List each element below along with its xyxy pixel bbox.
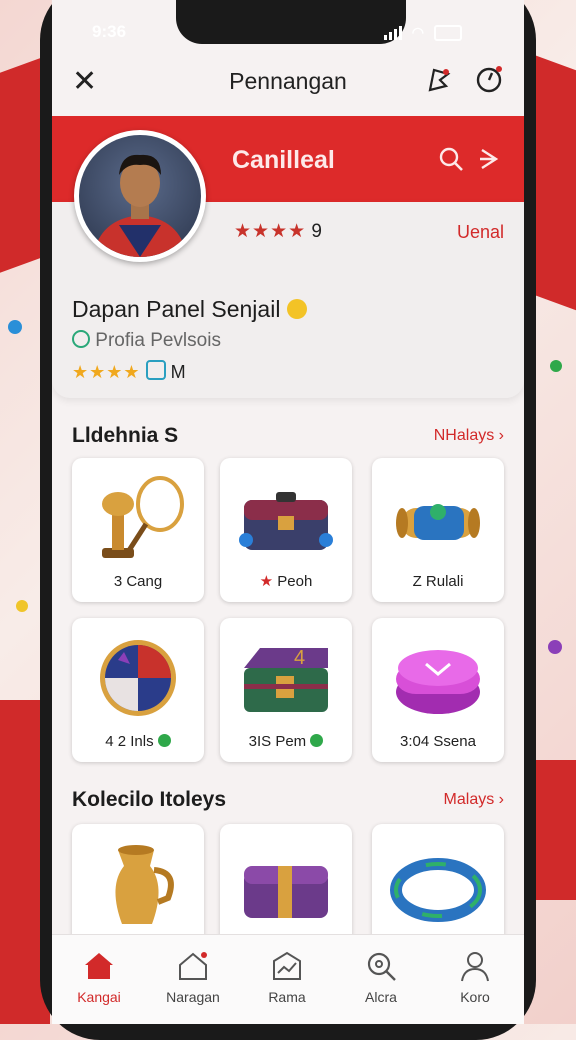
top-bar: ✕ Pennangan (52, 44, 524, 116)
nav-item-home[interactable]: Kangai (52, 949, 146, 1005)
nav-label: Naragan (166, 989, 220, 1005)
item-label-text: 4 2 Inls (105, 733, 154, 750)
orb-icon (100, 640, 176, 716)
nav-item-rama[interactable]: Rama (240, 949, 334, 1005)
search-icon (367, 952, 396, 981)
confetti-dot (550, 360, 562, 372)
see-all-text: Malays (443, 791, 495, 808)
see-all-link[interactable]: Malays › (444, 791, 504, 809)
verified-icon (157, 734, 171, 747)
section-title: Kolecilo Itoleys (72, 788, 227, 811)
ring-icon (390, 858, 486, 922)
item-card[interactable]: 4 2 Inls (72, 618, 204, 762)
confetti-dot (8, 320, 22, 334)
house-icon (179, 952, 207, 980)
nav-item-alcra[interactable]: Alcra (334, 949, 428, 1005)
item-card[interactable]: 4 3IS Pem (220, 618, 352, 762)
item-label: 3IS Pem (220, 733, 352, 750)
signal-icon (383, 25, 402, 40)
status-icons: ◠ (383, 24, 462, 41)
star-icon: ★ (259, 573, 274, 590)
trophy-racket-icon (102, 476, 184, 558)
home-icon (85, 953, 113, 979)
subtitle-text: Profia Pevlsois (95, 330, 221, 351)
battery-icon (434, 24, 462, 41)
bottom-nav: Kangai Naragan Rama Alcra Koro (52, 934, 524, 1024)
nav-label: Koro (460, 989, 490, 1005)
confetti-dot (548, 640, 562, 654)
item-label-text: 3IS Pem (248, 733, 307, 750)
badges-row: ★★★★ M (72, 360, 186, 383)
crate-icon: 4 (244, 647, 328, 712)
nav-label: Kangai (77, 989, 121, 1005)
see-all-link[interactable]: NHalays › (434, 427, 504, 445)
profile-link[interactable]: Uenal (457, 222, 504, 243)
item-label: 4 2 Inls (72, 733, 204, 750)
background-band-bottom-right (530, 760, 576, 900)
nav-label: Alcra (365, 989, 397, 1005)
scroll-icon (396, 504, 480, 540)
item-card[interactable]: ★ Peoh (220, 458, 352, 602)
item-card[interactable]: 3:04 Ssena (372, 618, 504, 762)
status-time: 9:36 (92, 22, 127, 41)
app-screen: ✕ Pennangan Canilleal ★★★★ 9 Uenal Dapan… (52, 0, 524, 1024)
item-label: Z Rulali (412, 573, 464, 590)
wifi-icon: ◠ (411, 24, 424, 40)
banner-name: Canilleal (232, 146, 335, 174)
person-silhouette (93, 154, 187, 257)
avatar[interactable] (74, 130, 206, 262)
item-label: 3 Cang (113, 573, 163, 590)
nav-item-koro[interactable]: Koro (428, 949, 522, 1005)
profile-subtitle: Profia Pevlsois (72, 330, 221, 352)
avatar-photo (79, 135, 201, 257)
box-icon (244, 866, 328, 918)
svg-text:4: 4 (294, 647, 305, 669)
item-card[interactable]: 3 Cang (72, 458, 204, 602)
section-title: Lldehnia S (72, 424, 179, 447)
badge-icon (145, 360, 166, 380)
confetti-dot (16, 600, 28, 612)
rating-stars: ★★★★ (234, 221, 307, 242)
rating-value: 9 (311, 221, 322, 242)
badge-letter: M (170, 362, 186, 382)
see-all-text: NHalays (433, 427, 495, 444)
flag-icon[interactable] (424, 64, 454, 94)
profile-icon (461, 952, 489, 982)
check-circle-icon (72, 330, 90, 348)
display-name-text: Dapan Panel Senjail (72, 296, 281, 322)
chart-icon (273, 951, 301, 980)
item-label-text: Peoh (277, 573, 313, 590)
item-card[interactable]: Z Rulali (372, 458, 504, 602)
gem-icon (396, 650, 480, 714)
search-icon[interactable] (438, 146, 464, 172)
chest-icon (239, 492, 333, 550)
rating: ★★★★ 9 (234, 220, 322, 243)
item-label: ★ Peoh (220, 572, 352, 590)
status-bar: 9:36 ◠ (40, 20, 500, 44)
jug-icon (115, 845, 174, 924)
nav-label: Rama (268, 989, 306, 1005)
emoji-icon (286, 299, 307, 319)
nav-item-naragan[interactable]: Naragan (146, 949, 240, 1005)
timer-icon[interactable] (474, 64, 504, 94)
share-icon[interactable] (476, 146, 502, 172)
verified-icon (310, 734, 324, 747)
display-name: Dapan Panel Senjail (72, 296, 307, 323)
item-label: 3:04 Ssena (400, 733, 476, 750)
gold-stars: ★★★★ (72, 362, 141, 382)
